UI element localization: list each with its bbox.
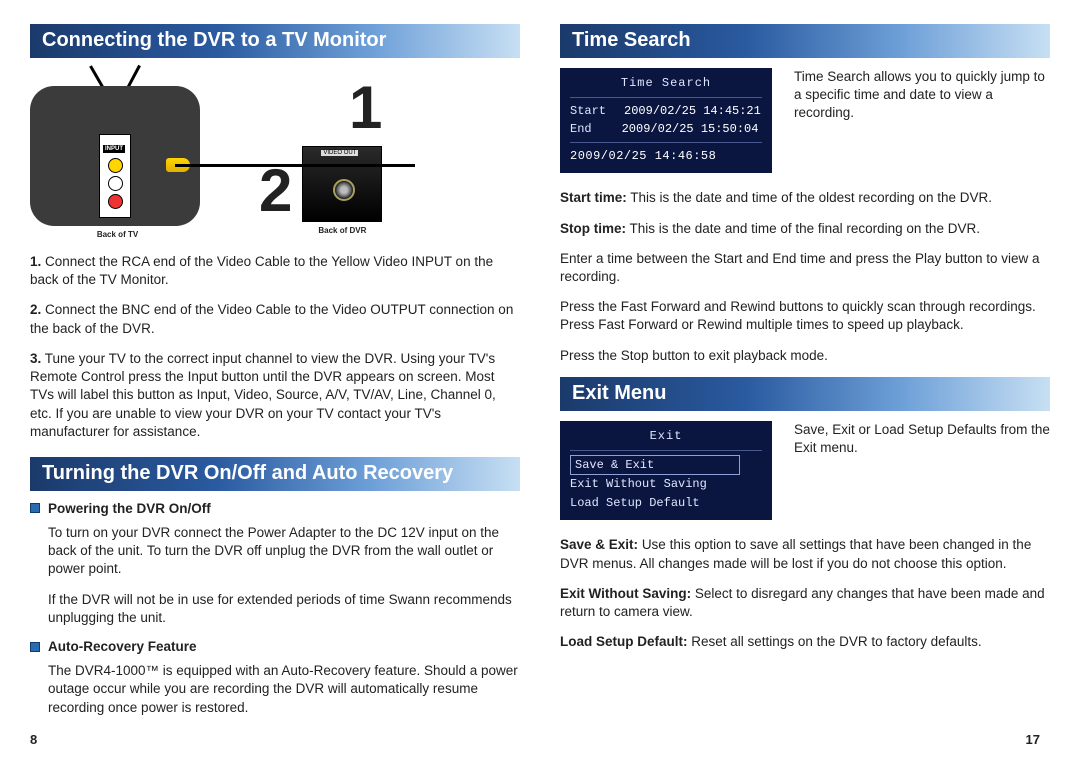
back-of-dvr-caption: Back of DVR [302, 226, 382, 235]
video-out-label: VIDEO OUT [321, 150, 358, 156]
input-label: INPUT [103, 145, 125, 153]
bnc-connector-icon [333, 179, 355, 201]
back-of-tv-caption: Back of TV [30, 230, 205, 239]
menu-title: Exit [570, 427, 762, 446]
autorecovery-p1: The DVR4-1000™ is equipped with an Auto-… [48, 662, 520, 717]
bullet-icon [30, 503, 40, 513]
powering-subheading: Powering the DVR On/Off [30, 501, 520, 516]
left-page: Connecting the DVR to a TV Monitor INPUT… [30, 24, 520, 729]
autorecovery-subheading: Auto-Recovery Feature [30, 639, 520, 654]
rca-yellow-icon [108, 158, 123, 173]
rca-red-icon [108, 194, 123, 209]
step-number-1: 1 [349, 73, 382, 142]
time-search-p3: Enter a time between the Start and End t… [560, 250, 1050, 286]
save-exit-desc: Save & Exit: Use this option to save all… [560, 536, 1050, 572]
powering-p2: If the DVR will not be in use for extend… [48, 591, 520, 627]
time-search-p4: Press the Fast Forward and Rewind button… [560, 298, 1050, 334]
powering-p1: To turn on your DVR connect the Power Ad… [48, 524, 520, 579]
heading-onoff: Turning the DVR On/Off and Auto Recovery [30, 457, 520, 491]
heading-exit-menu: Exit Menu [560, 377, 1050, 411]
video-cable-icon [175, 164, 415, 167]
exit-without-saving-desc: Exit Without Saving: Select to disregard… [560, 585, 1050, 621]
menu-title: Time Search [570, 74, 762, 93]
heading-connecting: Connecting the DVR to a TV Monitor [30, 24, 520, 58]
page-number-left: 8 [30, 732, 37, 747]
load-default-desc: Load Setup Default: Reset all settings o… [560, 633, 1050, 651]
rca-white-icon [108, 176, 123, 191]
step-3: 3. Tune your TV to the correct input cha… [30, 350, 520, 441]
page-number-right: 17 [1026, 732, 1040, 747]
time-search-p5: Press the Stop button to exit playback m… [560, 347, 1050, 365]
dvr-illustration: VIDEO OUT Back of DVR [302, 146, 382, 235]
right-page: Time Search Time Search Start2009/02/25 … [560, 24, 1050, 729]
exit-menu-screenshot: Exit Save & Exit Exit Without Saving Loa… [560, 421, 772, 520]
step-2: 2. Connect the BNC end of the Video Cabl… [30, 301, 520, 337]
time-cursor: 2009/02/25 14:46:58 [570, 147, 762, 166]
tv-illustration: INPUT Back of TV [30, 68, 205, 239]
exit-option: Load Setup Default [570, 494, 762, 513]
connection-diagram: INPUT Back of TV 1 2 VIDEO OUT [30, 68, 520, 239]
exit-intro: Save, Exit or Load Setup Defaults from t… [794, 421, 1050, 520]
step-1: 1. Connect the RCA end of the Video Cabl… [30, 253, 520, 289]
heading-time-search: Time Search [560, 24, 1050, 58]
stop-time-desc: Stop time: This is the date and time of … [560, 220, 1050, 238]
start-time-desc: Start time: This is the date and time of… [560, 189, 1050, 207]
exit-option: Exit Without Saving [570, 475, 762, 494]
bullet-icon [30, 642, 40, 652]
exit-option-selected: Save & Exit [570, 455, 740, 476]
time-search-screenshot: Time Search Start2009/02/25 14:45:21 End… [560, 68, 772, 173]
time-search-intro: Time Search allows you to quickly jump t… [794, 68, 1050, 173]
